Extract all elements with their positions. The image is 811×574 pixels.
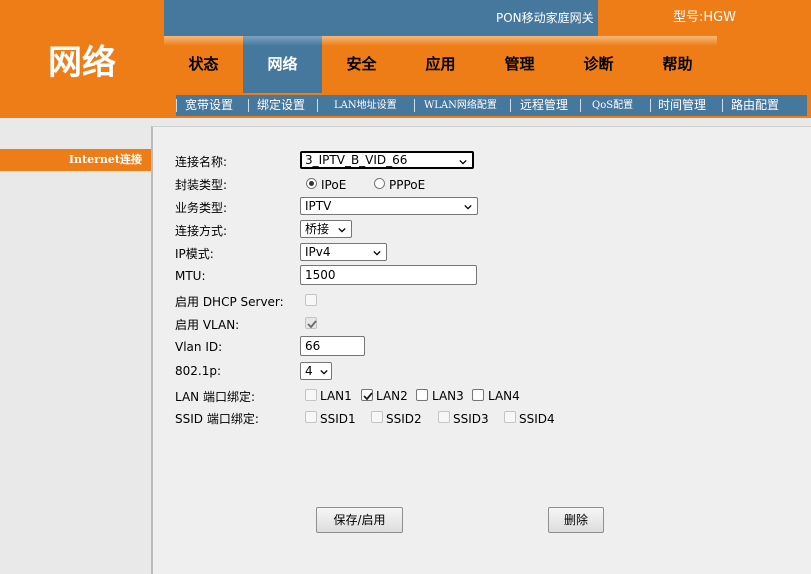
sidebar-item-internet-connection[interactable]: Internet连接 — [0, 149, 151, 171]
lan3-label: LAN3 — [432, 389, 464, 403]
main-nav: 状态 网络 安全 应用 管理 诊断 帮助 — [164, 36, 811, 93]
device-title: PON移动家庭网关 — [496, 11, 594, 25]
lan1-checkbox[interactable] — [305, 389, 317, 401]
connection-mode-value: 桥接 — [305, 222, 330, 236]
ip-mode-label: IP模式: — [175, 247, 214, 261]
divider — [414, 99, 415, 112]
priority-label: 802.1p: — [175, 364, 222, 378]
priority-value: 4 — [305, 364, 313, 378]
tab-network[interactable]: 网络 — [243, 36, 322, 93]
tab-label: 安全 — [346, 55, 377, 73]
lan1-label: LAN1 — [320, 389, 352, 403]
subnav-time-management[interactable]: 时间管理 — [658, 95, 706, 116]
dhcp-server-checkbox[interactable] — [305, 294, 317, 306]
encap-ipoe-radio[interactable] — [306, 178, 317, 189]
service-type-label: 业务类型: — [175, 201, 228, 215]
service-type-select[interactable]: IPTV — [300, 197, 478, 215]
ssid1-checkbox[interactable] — [305, 411, 317, 423]
subnav-wlan-config[interactable]: WLAN网络配置 — [424, 95, 497, 116]
lan2-checkbox[interactable] — [361, 389, 373, 401]
lan3-checkbox[interactable] — [416, 389, 428, 401]
dhcp-server-label: 启用 DHCP Server: — [175, 295, 284, 309]
check-icon — [307, 320, 317, 329]
model-label: 型号:HGW — [598, 0, 811, 36]
tab-diagnostics[interactable]: 诊断 — [559, 36, 638, 93]
ssid-binding-label: SSID 端口绑定: — [175, 412, 259, 426]
vlan-id-input[interactable]: 66 — [300, 336, 365, 356]
lan4-label: LAN4 — [488, 389, 520, 403]
tab-security[interactable]: 安全 — [322, 36, 401, 93]
content-panel: 连接名称: 3_IPTV_B_VID_66 封装类型: IPoE PPPoE 业… — [151, 126, 811, 574]
tab-label: 网络 — [267, 55, 298, 73]
vlan-enable-checkbox[interactable] — [305, 317, 317, 329]
subnav-binding-settings[interactable]: 绑定设置 — [257, 95, 305, 116]
subnav-qos-config[interactable]: QoS配置 — [592, 95, 633, 116]
chevron-down-icon — [373, 250, 381, 256]
tab-label: 状态 — [188, 55, 219, 73]
connection-name-value: 3_IPTV_B_VID_66 — [305, 153, 408, 167]
vlan-id-label: Vlan ID: — [175, 340, 223, 354]
chevron-down-icon — [320, 369, 328, 375]
ssid1-label: SSID1 — [320, 412, 356, 426]
sidebar — [0, 118, 151, 574]
divider — [722, 99, 723, 112]
tab-management[interactable]: 管理 — [480, 36, 559, 93]
subnav-remote-management[interactable]: 远程管理 — [520, 95, 568, 116]
connection-name-label: 连接名称: — [175, 155, 228, 169]
save-apply-button[interactable]: 保存/启用 — [316, 507, 403, 533]
page-logo-title: 网络 — [0, 0, 164, 118]
chevron-down-icon — [464, 204, 472, 210]
tab-application[interactable]: 应用 — [401, 36, 480, 93]
encap-pppoe-radio[interactable] — [374, 178, 385, 189]
subnav-broadband-settings[interactable]: 宽带设置 — [185, 95, 233, 116]
ssid2-checkbox[interactable] — [371, 411, 383, 423]
tab-label: 诊断 — [583, 55, 614, 73]
ssid2-label: SSID2 — [386, 412, 422, 426]
connection-mode-select[interactable]: 桥接 — [300, 220, 352, 238]
priority-select[interactable]: 4 — [300, 362, 332, 380]
service-type-value: IPTV — [305, 199, 332, 213]
ssid4-checkbox[interactable] — [504, 411, 516, 423]
encap-type-label: 封装类型: — [175, 178, 228, 192]
lan4-checkbox[interactable] — [472, 389, 484, 401]
lan2-label: LAN2 — [376, 389, 408, 403]
vlan-enable-label: 启用 VLAN: — [175, 318, 240, 332]
ip-mode-select[interactable]: IPv4 — [300, 243, 387, 261]
ssid4-label: SSID4 — [519, 412, 555, 426]
tab-status[interactable]: 状态 — [164, 36, 243, 93]
lan-binding-label: LAN 端口绑定: — [175, 390, 256, 404]
ip-mode-value: IPv4 — [305, 245, 331, 259]
delete-button[interactable]: 删除 — [548, 507, 604, 533]
connection-name-select[interactable]: 3_IPTV_B_VID_66 — [300, 151, 474, 169]
tab-label: 管理 — [504, 55, 535, 73]
subnav-lan-address[interactable]: LAN地址设置 — [334, 95, 397, 116]
subnav-route-config[interactable]: 路由配置 — [731, 95, 779, 116]
mtu-label: MTU: — [175, 269, 206, 283]
divider — [317, 99, 318, 112]
encap-ipoe-label: IPoE — [321, 178, 347, 192]
check-icon — [363, 392, 373, 401]
divider — [510, 99, 511, 112]
connection-mode-label: 连接方式: — [175, 224, 228, 238]
divider — [650, 99, 651, 112]
divider — [248, 99, 249, 112]
chevron-down-icon — [338, 227, 346, 233]
tab-label: 应用 — [425, 55, 456, 73]
tab-help[interactable]: 帮助 — [638, 36, 717, 93]
divider — [176, 99, 177, 112]
chevron-down-icon — [459, 159, 467, 165]
encap-pppoe-label: PPPoE — [389, 178, 426, 192]
ssid3-checkbox[interactable] — [438, 411, 450, 423]
tab-label: 帮助 — [662, 55, 693, 73]
divider — [580, 99, 581, 112]
ssid3-label: SSID3 — [453, 412, 489, 426]
mtu-input[interactable]: 1500 — [300, 265, 477, 285]
sub-nav: 宽带设置 绑定设置 LAN地址设置 WLAN网络配置 远程管理 QoS配置 时间… — [164, 93, 811, 118]
